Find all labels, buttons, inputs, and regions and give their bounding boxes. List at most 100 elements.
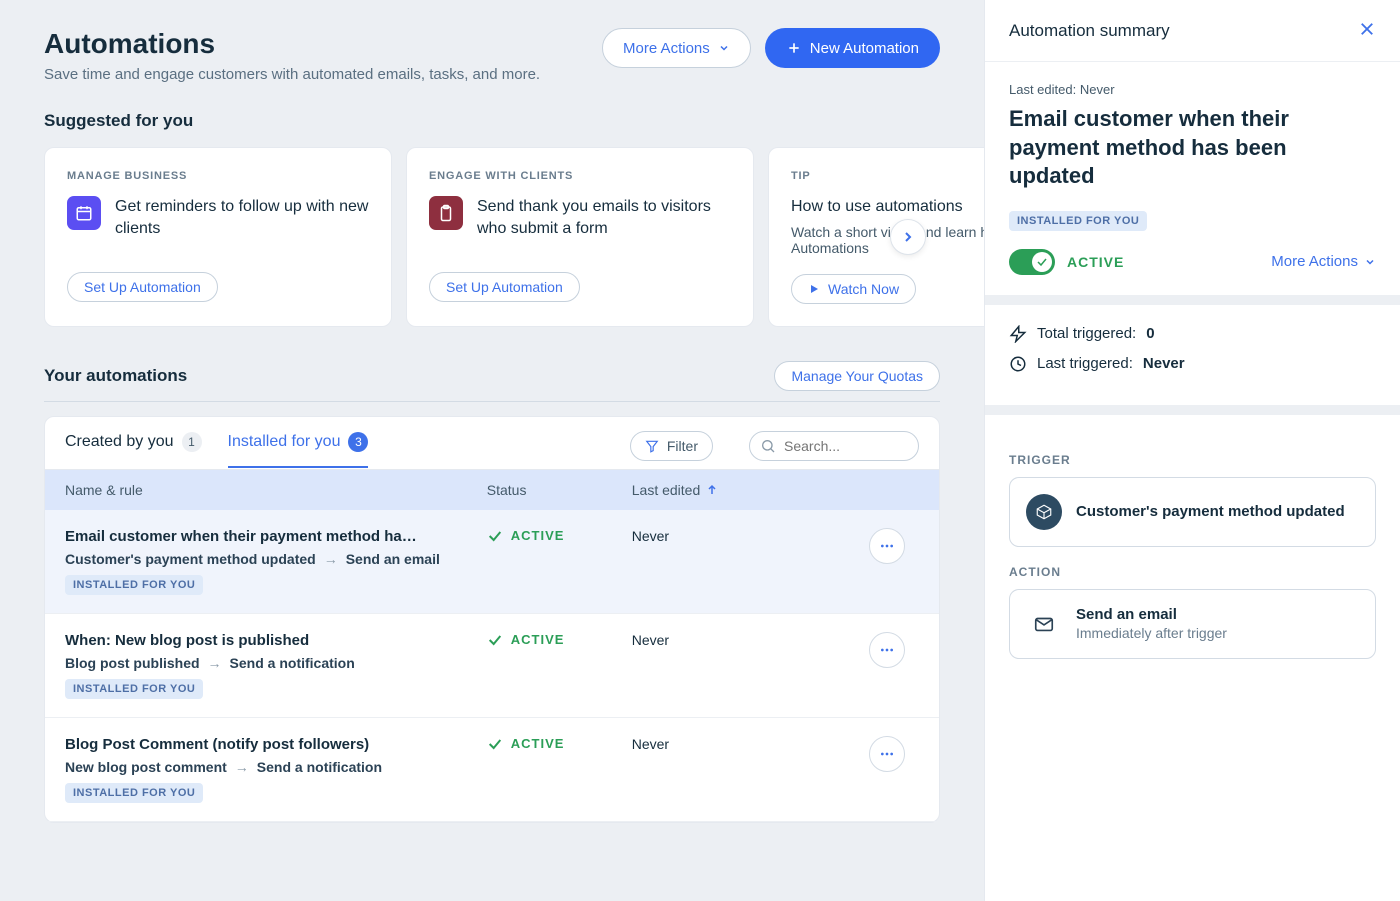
more-actions-label: More Actions xyxy=(623,40,710,57)
arrow-right-icon: → xyxy=(235,759,249,775)
automations-table: Created by you 1 Installed for you 3 Fil… xyxy=(44,416,940,823)
arrow-right-icon: → xyxy=(208,655,222,671)
automation-summary-panel: Automation summary Last edited: Never Em… xyxy=(984,0,1400,901)
card-title: How to use automations xyxy=(791,196,984,218)
row-more-button[interactable] xyxy=(869,736,905,772)
cube-icon xyxy=(1026,494,1062,530)
action-subtitle: Immediately after trigger xyxy=(1076,625,1227,641)
last-edited: Last edited: Never xyxy=(1009,82,1376,97)
close-button[interactable] xyxy=(1358,20,1376,41)
close-icon xyxy=(1358,20,1376,38)
col-last-edited[interactable]: Last edited xyxy=(632,482,869,498)
total-triggered: Total triggered: 0 xyxy=(1009,325,1376,343)
search-icon xyxy=(760,438,776,454)
table-row[interactable]: Email customer when their payment method… xyxy=(45,510,939,614)
trigger-card[interactable]: Customer's payment method updated xyxy=(1009,477,1376,547)
row-more-button[interactable] xyxy=(869,528,905,564)
new-automation-button[interactable]: New Automation xyxy=(765,28,940,68)
card-category: MANAGE BUSINESS xyxy=(67,170,369,182)
filter-button[interactable]: Filter xyxy=(630,431,713,461)
action-title: Send an email xyxy=(1076,606,1227,623)
rule-line: Blog post published → Send a notificatio… xyxy=(65,655,487,671)
suggestion-card: ENGAGE WITH CLIENTS Send thank you email… xyxy=(406,147,754,327)
set-up-automation-button[interactable]: Set Up Automation xyxy=(67,272,218,302)
card-category: TIP xyxy=(791,170,984,182)
status-active: ACTIVE xyxy=(487,736,632,752)
rule-line: New blog post comment → Send a notificat… xyxy=(65,759,487,775)
sort-asc-icon xyxy=(706,484,718,496)
status-active: ACTIVE xyxy=(487,528,632,544)
installed-badge: INSTALLED FOR YOU xyxy=(65,783,203,803)
tab-created-by-you[interactable]: Created by you 1 xyxy=(65,432,202,468)
more-actions-button[interactable]: More Actions xyxy=(602,28,751,68)
rule-title: Blog Post Comment (notify post followers… xyxy=(65,736,487,753)
your-automations-title: Your automations xyxy=(44,366,187,386)
page-title: Automations xyxy=(44,28,540,60)
suggested-row: MANAGE BUSINESS Get reminders to follow … xyxy=(44,147,940,327)
rule-line: Customer's payment method updated → Send… xyxy=(65,551,487,567)
rule-title: Email customer when their payment method… xyxy=(65,528,487,545)
tab-count: 3 xyxy=(348,432,368,452)
more-horizontal-icon xyxy=(879,746,895,762)
table-row[interactable]: When: New blog post is published Blog po… xyxy=(45,614,939,718)
check-icon xyxy=(487,632,503,648)
tab-installed-for-you[interactable]: Installed for you 3 xyxy=(228,432,369,468)
panel-header-title: Automation summary xyxy=(1009,21,1170,41)
more-horizontal-icon xyxy=(879,538,895,554)
manage-quotas-button[interactable]: Manage Your Quotas xyxy=(774,361,940,391)
set-up-automation-button[interactable]: Set Up Automation xyxy=(429,272,580,302)
filter-icon xyxy=(645,439,659,453)
last-triggered: Last triggered: Never xyxy=(1009,355,1376,373)
trigger-label: TRIGGER xyxy=(1009,453,1376,467)
card-title: Send thank you emails to visitors who su… xyxy=(477,196,731,254)
scroll-right-button[interactable] xyxy=(890,219,926,255)
check-icon xyxy=(1036,256,1048,268)
envelope-icon xyxy=(1026,606,1062,642)
clock-icon xyxy=(1009,355,1027,373)
action-label: ACTION xyxy=(1009,565,1376,579)
suggested-title: Suggested for you xyxy=(44,111,940,131)
page-subtitle: Save time and engage customers with auto… xyxy=(44,66,540,83)
chevron-down-icon xyxy=(718,42,730,54)
trigger-title: Customer's payment method updated xyxy=(1076,503,1345,520)
last-edited-value: Never xyxy=(632,736,869,752)
tab-count: 1 xyxy=(182,432,202,452)
installed-badge: INSTALLED FOR YOU xyxy=(65,575,203,595)
table-row[interactable]: Blog Post Comment (notify post followers… xyxy=(45,718,939,822)
toggle-label: ACTIVE xyxy=(1067,254,1124,270)
status-active: ACTIVE xyxy=(487,632,632,648)
watch-now-button[interactable]: Watch Now xyxy=(791,274,916,304)
tab-label: Installed for you xyxy=(228,433,341,451)
last-edited-value: Never xyxy=(632,528,869,544)
card-category: ENGAGE WITH CLIENTS xyxy=(429,170,731,182)
installed-badge: INSTALLED FOR YOU xyxy=(1009,211,1147,231)
card-title: Get reminders to follow up with new clie… xyxy=(115,196,369,254)
col-status: Status xyxy=(487,482,632,498)
row-more-button[interactable] xyxy=(869,632,905,668)
col-name: Name & rule xyxy=(65,482,487,498)
panel-title: Email customer when their payment method… xyxy=(1009,105,1376,191)
new-automation-label: New Automation xyxy=(810,40,919,57)
suggestion-card-tip: TIP How to use automations Watch a short… xyxy=(768,147,984,327)
check-icon xyxy=(487,736,503,752)
plus-icon xyxy=(786,40,802,56)
panel-more-actions[interactable]: More Actions xyxy=(1271,253,1376,270)
rule-title: When: New blog post is published xyxy=(65,632,487,649)
action-card[interactable]: Send an email Immediately after trigger xyxy=(1009,589,1376,659)
calendar-icon xyxy=(67,196,101,230)
table-header: Name & rule Status Last edited xyxy=(45,470,939,510)
clipboard-icon xyxy=(429,196,463,230)
suggestion-card: MANAGE BUSINESS Get reminders to follow … xyxy=(44,147,392,327)
installed-badge: INSTALLED FOR YOU xyxy=(65,679,203,699)
chevron-down-icon xyxy=(1364,256,1376,268)
arrow-right-icon: → xyxy=(324,551,338,567)
active-toggle[interactable] xyxy=(1009,249,1055,275)
check-icon xyxy=(487,528,503,544)
last-edited-value: Never xyxy=(632,632,869,648)
card-desc: Watch a short video and learn how to use… xyxy=(791,224,984,256)
more-horizontal-icon xyxy=(879,642,895,658)
play-icon xyxy=(808,283,820,295)
lightning-icon xyxy=(1009,325,1027,343)
tab-label: Created by you xyxy=(65,433,174,451)
chevron-right-icon xyxy=(900,229,916,245)
